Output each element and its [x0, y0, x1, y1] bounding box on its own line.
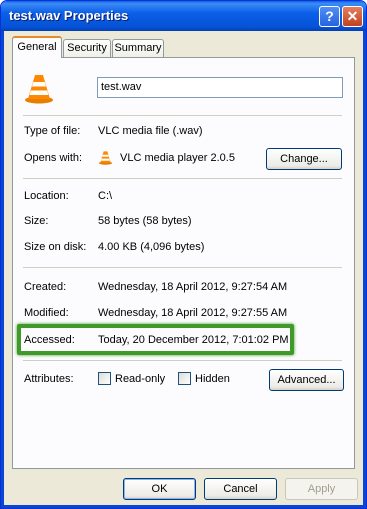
created-label: Created:	[24, 281, 67, 293]
close-button[interactable]: ✕	[342, 6, 363, 27]
file-name-field[interactable]: test.wav	[97, 77, 343, 98]
title-bar[interactable]: test.wav Properties ? ✕	[1, 1, 366, 31]
properties-window: test.wav Properties ? ✕ General Security…	[0, 0, 367, 509]
size-on-disk-value: 4.00 KB (4,096 bytes)	[98, 241, 205, 253]
size-label: Size:	[24, 215, 49, 227]
window-frame-right	[363, 31, 366, 508]
hidden-label[interactable]: Hidden	[195, 373, 230, 385]
window-frame-left	[1, 31, 4, 508]
vlc-small-icon	[98, 151, 113, 165]
apply-button[interactable]: Apply	[285, 478, 358, 500]
window-title: test.wav Properties	[9, 8, 129, 23]
attributes-label: Attributes:	[24, 373, 74, 385]
separator	[23, 178, 342, 179]
size-on-disk-label: Size on disk:	[24, 241, 87, 253]
tab-summary[interactable]: Summary	[112, 39, 164, 57]
help-button[interactable]: ?	[319, 6, 340, 27]
location-value: C:\	[98, 190, 113, 202]
separator	[23, 360, 342, 361]
type-of-file-label: Type of file:	[24, 125, 81, 137]
accessed-value: Today, 20 December 2012, 7:01:02 PM	[98, 334, 289, 346]
read-only-label[interactable]: Read-only	[115, 373, 165, 385]
advanced-button[interactable]: Advanced...	[269, 369, 344, 391]
hidden-checkbox[interactable]	[178, 372, 191, 385]
type-of-file-value: VLC media file (.wav)	[98, 125, 203, 137]
opens-with-value: VLC media player 2.0.5	[120, 152, 235, 164]
separator	[23, 115, 342, 116]
modified-value: Wednesday, 18 April 2012, 9:27:55 AM	[98, 307, 288, 319]
separator	[23, 267, 342, 268]
change-button[interactable]: Change...	[266, 148, 342, 170]
read-only-checkbox[interactable]	[98, 372, 111, 385]
general-tab-panel	[12, 57, 355, 469]
modified-label: Modified:	[24, 307, 69, 319]
cancel-button[interactable]: Cancel	[204, 478, 277, 500]
ok-button[interactable]: OK	[123, 478, 196, 500]
created-value: Wednesday, 18 April 2012, 9:27:54 AM	[98, 281, 288, 293]
window-frame-bottom	[1, 505, 366, 508]
size-value: 58 bytes (58 bytes)	[98, 215, 192, 227]
tab-general[interactable]: General	[12, 36, 62, 58]
opens-with-label: Opens with:	[24, 152, 83, 164]
vlc-cone-icon	[25, 75, 53, 104]
accessed-label: Accessed:	[24, 334, 75, 346]
tab-security[interactable]: Security	[63, 39, 111, 57]
location-label: Location:	[24, 190, 69, 202]
